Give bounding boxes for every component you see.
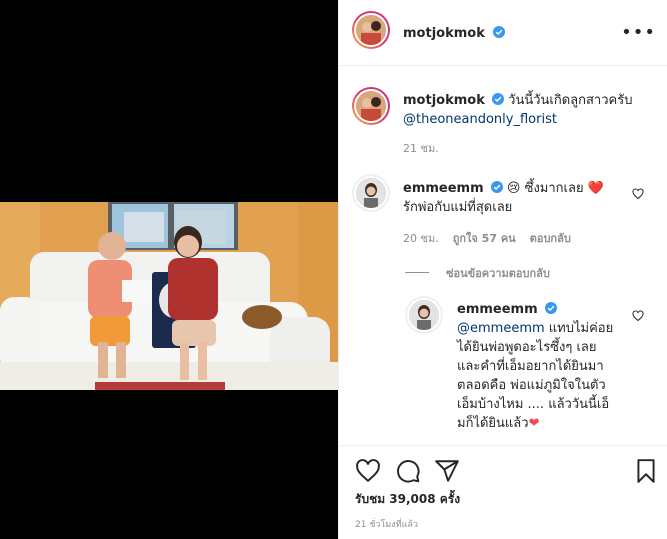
hide-replies-toggle[interactable]: ซ่อนข้อความตอบกลับ bbox=[405, 262, 550, 282]
comment-icon[interactable] bbox=[395, 458, 421, 484]
reply-mention-link[interactable]: @emmeemm bbox=[457, 321, 545, 336]
comment-avatar[interactable] bbox=[352, 174, 390, 212]
heart-icon[interactable] bbox=[355, 458, 381, 484]
reply-text-line5: เอ็มบ้างไหม .... แล้ววันนี้เอ็ bbox=[457, 397, 610, 412]
more-icon[interactable]: ••• bbox=[621, 22, 656, 43]
share-icon[interactable] bbox=[434, 458, 460, 484]
comment-username[interactable]: emmeemm bbox=[403, 181, 484, 196]
verified-icon bbox=[544, 302, 557, 314]
post-action-bar bbox=[339, 445, 667, 495]
red-heart-emoji-icon: ❤️ bbox=[587, 181, 604, 196]
hide-replies-label: ซ่อนข้อความตอบกลับ bbox=[446, 267, 550, 280]
caption-text: วันนี้วันเกิดลูกสาวครับ bbox=[508, 93, 633, 108]
crying-emoji-icon: 😢 bbox=[506, 181, 521, 196]
like-reply-heart-icon[interactable] bbox=[632, 310, 644, 322]
view-count[interactable]: รับชม 39,008 ครั้ง bbox=[355, 490, 460, 509]
post-sidebar: motjokmok ••• motjokmok วันนี้วันเกิดลูก… bbox=[338, 0, 667, 539]
caption: motjokmok วันนี้วันเกิดลูกสาวครับ @theon… bbox=[403, 91, 653, 157]
author-username[interactable]: motjokmok bbox=[403, 26, 485, 41]
reply-text-line4: ตลอดคือ พ่อแม่ภูมิใจในตัว bbox=[457, 378, 606, 393]
verified-icon bbox=[490, 181, 503, 193]
reply-text-line6: มก็ได้ยินแล้ว bbox=[457, 416, 529, 431]
author-avatar[interactable] bbox=[352, 11, 390, 49]
caption-avatar[interactable] bbox=[352, 87, 390, 125]
comment-item: emmeemm 😢 ซึ้งมากเลย ❤️ รักพ่อกับแม่ที่ส… bbox=[403, 179, 643, 247]
comment-likes[interactable]: ถูกใจ 57 คน bbox=[453, 232, 516, 245]
bookmark-icon[interactable] bbox=[633, 458, 659, 484]
reply-text-line1: แทบไม่ค่อย bbox=[544, 321, 614, 336]
post-photo[interactable] bbox=[0, 202, 338, 390]
reply-text-line2: ได้ยินพ่อพูดอะไรซึ้งๆ เลย bbox=[457, 340, 597, 355]
comment-reply-button[interactable]: ตอบกลับ bbox=[530, 232, 571, 245]
verified-icon bbox=[492, 93, 504, 105]
verified-icon bbox=[492, 26, 505, 38]
comment-meta: 20 ชม. ถูกใจ 57 คน ตอบกลับ bbox=[403, 229, 643, 247]
author-name-row: motjokmok bbox=[403, 22, 505, 41]
caption-time: 21 ชม. bbox=[403, 142, 439, 155]
post-header: motjokmok ••• bbox=[339, 0, 667, 66]
red-heart-emoji-icon: ❤ bbox=[528, 416, 540, 431]
reply-username[interactable]: emmeemm bbox=[457, 302, 538, 317]
post-photo-graphic bbox=[0, 202, 338, 390]
comment-text-line2: รักพ่อกับแม่ที่สุดเลย bbox=[403, 200, 513, 215]
caption-username[interactable]: motjokmok bbox=[403, 93, 485, 108]
comment-text-line1: ซึ้งมากเลย bbox=[524, 181, 584, 196]
reply-avatar[interactable] bbox=[405, 296, 443, 334]
post-media-pane bbox=[0, 0, 338, 539]
post-timestamp: 21 ชั่วโมงที่แล้ว bbox=[355, 520, 418, 530]
comment-time: 20 ชม. bbox=[403, 232, 439, 245]
caption-mention-link[interactable]: @theoneandonly_florist bbox=[403, 112, 557, 127]
reply-text-line3: และคำที่เอ็มอยากได้ยินมา bbox=[457, 359, 604, 374]
like-comment-heart-icon[interactable] bbox=[632, 188, 644, 200]
reply-item: emmeemm @emmeemm แทบไม่ค่อย ได้ยินพ่อพูด… bbox=[457, 300, 637, 433]
